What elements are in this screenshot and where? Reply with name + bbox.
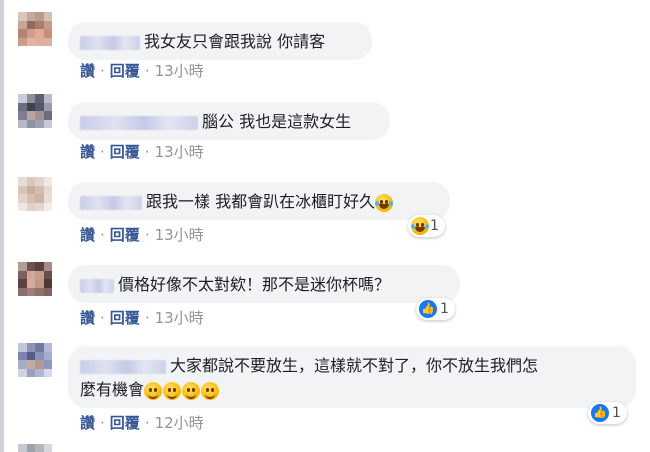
comment-actions: 讚 · 回覆 · 12小時 xyxy=(80,414,204,432)
like-icon: 👍 xyxy=(419,300,437,318)
commenter-name-blurred[interactable] xyxy=(80,35,140,50)
commenter-name-blurred[interactable] xyxy=(80,359,166,374)
timestamp[interactable]: 13小時 xyxy=(155,309,204,327)
avatar[interactable] xyxy=(18,343,52,377)
reply-button[interactable]: 回覆 xyxy=(110,62,140,80)
timestamp[interactable]: 12小時 xyxy=(155,414,204,432)
commenter-name-blurred[interactable] xyxy=(80,278,114,293)
like-icon: 👍 xyxy=(591,404,609,422)
like-button[interactable]: 讚 xyxy=(80,309,95,327)
thread-left-rule xyxy=(0,0,4,452)
reply-button[interactable]: 回覆 xyxy=(110,143,140,161)
comment-text: 腦公 我也是這款女生 xyxy=(202,112,352,131)
commenter-name-blurred[interactable] xyxy=(80,115,198,130)
avatar[interactable] xyxy=(18,262,52,296)
like-button[interactable]: 讚 xyxy=(80,414,95,432)
avatar[interactable] xyxy=(18,94,52,128)
reaction-summary[interactable]: 1 xyxy=(408,215,445,237)
reaction-count: 1 xyxy=(440,301,449,317)
reaction-summary[interactable]: 👍 1 xyxy=(588,402,627,424)
avatar[interactable] xyxy=(18,444,52,452)
comment-bubble: 價格好像不太對欸！那不是迷你杯嗎？ xyxy=(68,265,460,303)
timestamp[interactable]: 13小時 xyxy=(155,143,204,161)
like-button[interactable]: 讚 xyxy=(80,62,95,80)
avatar[interactable] xyxy=(18,12,52,46)
comment-bubble: 我女友只會跟我說 你請客 xyxy=(68,22,372,60)
comment-text: 價格好像不太對欸！那不是迷你杯嗎？ xyxy=(118,275,391,294)
timestamp[interactable]: 13小時 xyxy=(155,62,204,80)
comment-bubble: 大家都說不要放生，這樣就不對了，你不放生我們怎 麼有機會 xyxy=(68,346,636,408)
timestamp[interactable]: 13小時 xyxy=(155,226,204,244)
smile-emoji xyxy=(144,381,163,400)
comment-actions: 讚 · 回覆 · 13小時 xyxy=(80,143,204,161)
comment-actions: 讚 · 回覆 · 13小時 xyxy=(80,62,204,80)
comment-text: 大家都說不要放生，這樣就不對了，你不放生我們怎 xyxy=(170,356,539,375)
commenter-name-blurred[interactable] xyxy=(80,195,142,210)
smile-emoji xyxy=(163,381,182,400)
comment-bubble: 跟我一樣 我都會趴在冰櫃盯好久 xyxy=(68,182,450,220)
like-button[interactable]: 讚 xyxy=(80,143,95,161)
reaction-count: 1 xyxy=(430,218,439,234)
haha-emoji xyxy=(375,193,394,212)
reaction-count: 1 xyxy=(612,405,621,421)
like-button[interactable]: 讚 xyxy=(80,226,95,244)
reply-button[interactable]: 回覆 xyxy=(110,226,140,244)
reply-button[interactable]: 回覆 xyxy=(110,309,140,327)
comment-text: 我女友只會跟我說 你請客 xyxy=(144,32,326,51)
reply-button[interactable]: 回覆 xyxy=(110,414,140,432)
comment-bubble: 腦公 我也是這款女生 xyxy=(68,102,390,140)
haha-icon xyxy=(411,217,429,235)
comment-actions: 讚 · 回覆 · 13小時 xyxy=(80,226,204,244)
comment-actions: 讚 · 回覆 · 13小時 xyxy=(80,309,204,327)
smile-emoji xyxy=(182,381,201,400)
comment-text: 麼有機會 xyxy=(80,380,145,399)
comment-text: 跟我一樣 我都會趴在冰櫃盯好久 xyxy=(146,192,376,211)
reaction-summary[interactable]: 👍 1 xyxy=(416,298,455,320)
avatar[interactable] xyxy=(18,177,52,211)
smile-emoji xyxy=(201,381,220,400)
